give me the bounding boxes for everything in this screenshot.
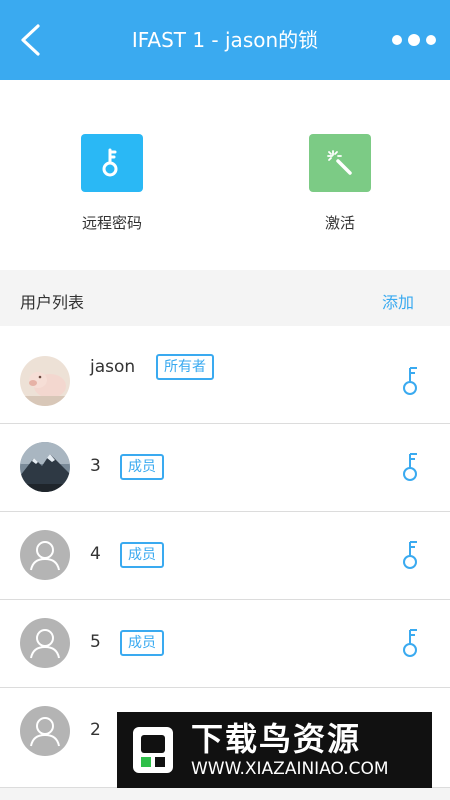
user-row-jason[interactable]: jason 所有者 [0, 326, 450, 424]
avatar [20, 356, 70, 406]
chevron-left-icon [21, 24, 40, 56]
magic-wand-icon [327, 150, 352, 175]
pig-photo-avatar [20, 356, 70, 406]
mountain-photo-avatar [20, 442, 70, 492]
role-badge: 成员 [120, 454, 164, 480]
lock-actions: 远程密码 激活 [0, 80, 450, 270]
default-person-icon [30, 629, 60, 659]
more-button[interactable] [392, 26, 436, 54]
user-row-4[interactable]: 4 成员 [0, 512, 450, 600]
user-row-3[interactable]: 3 成员 [0, 424, 450, 512]
key-icon [102, 148, 118, 177]
key-icon [403, 453, 417, 481]
role-badge: 成员 [120, 630, 164, 656]
role-badge: 成员 [120, 542, 164, 568]
default-person-icon [30, 541, 60, 571]
remote-password-label: 远程密码 [81, 214, 142, 232]
key-icon [403, 367, 417, 395]
user-name: 4 [90, 544, 101, 564]
app-header: IFAST 1 - jason的锁 [0, 0, 450, 80]
key-icon [403, 541, 417, 569]
avatar [20, 618, 70, 668]
user-row-5[interactable]: 5 成员 [0, 600, 450, 688]
user-list-header: 用户列表 添加 [0, 270, 450, 326]
remote-password-tile [81, 134, 143, 192]
activate-label: 激活 [324, 214, 355, 232]
watermark-url: WWW.XIAZAINIAO.COM [191, 759, 389, 779]
activate-tile [309, 134, 371, 192]
key-icon [403, 629, 417, 657]
watermark-text: 下载鸟资源 WWW.XIAZAINIAO.COM [191, 720, 389, 780]
user-key-button[interactable] [402, 628, 422, 658]
more-dot [408, 34, 420, 46]
activate-button[interactable]: 激活 [280, 134, 400, 233]
avatar [20, 706, 70, 756]
avatar [20, 442, 70, 492]
avatar [20, 530, 70, 580]
watermark-logo-icon [133, 727, 173, 773]
more-dot [426, 35, 436, 45]
role-badge: 所有者 [156, 354, 214, 380]
watermark-title: 下载鸟资源 [191, 720, 362, 758]
user-name: 5 [90, 632, 101, 652]
user-key-button[interactable] [402, 366, 422, 396]
more-dots-icon [392, 35, 402, 45]
user-name: jason [90, 357, 136, 377]
user-name: 3 [90, 456, 101, 476]
user-key-button[interactable] [402, 452, 422, 482]
watermark-banner: 下载鸟资源 WWW.XIAZAINIAO.COM [117, 712, 432, 788]
back-button[interactable] [12, 20, 48, 60]
page-title: IFAST 1 - jason的锁 [131, 28, 319, 52]
user-name: 2 [90, 720, 101, 740]
remote-password-button[interactable]: 远程密码 [52, 134, 172, 233]
user-key-button[interactable] [402, 540, 422, 570]
default-person-icon [30, 717, 60, 747]
